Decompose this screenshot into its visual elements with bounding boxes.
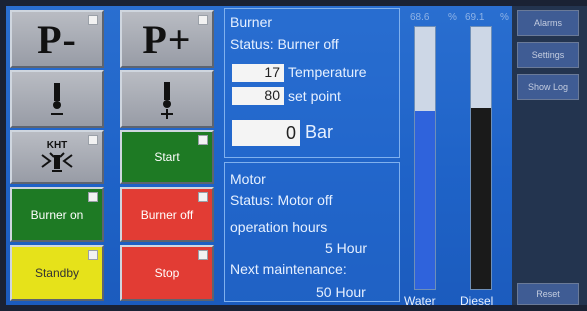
heater-icon [41, 151, 73, 172]
burner-status: Status: Burner off [230, 36, 339, 52]
motor-title: Motor [230, 171, 266, 187]
power-increase-button[interactable]: P+ [120, 10, 214, 68]
reset-button[interactable]: Reset [517, 283, 579, 305]
bezel-left [0, 0, 6, 311]
decrease-button[interactable] [10, 70, 104, 128]
stop-label: Stop [154, 266, 180, 280]
percent-sign: % [448, 12, 457, 23]
operation-hours-label: operation hours [230, 219, 328, 235]
increase-button[interactable] [120, 70, 214, 128]
percent-sign: % [500, 12, 509, 23]
diesel-tank-gauge [470, 26, 492, 290]
standby-label: Standby [34, 266, 80, 280]
start-label: Start [154, 150, 180, 164]
status-led [88, 15, 98, 25]
thermometer-increase-icon [161, 82, 173, 119]
status-led [88, 250, 98, 260]
setpoint-label: set point [288, 88, 341, 104]
burner-on-label: Burner on [30, 207, 84, 222]
status-led [198, 135, 208, 145]
burner-off-button[interactable]: Burner off [120, 187, 214, 242]
power-decrease-label: P- [37, 16, 77, 62]
start-button[interactable]: Start [120, 130, 214, 184]
operation-hours-value: 5 Hour [325, 240, 368, 256]
next-maintenance-value: 50 Hour [316, 284, 366, 300]
burner-title: Burner [230, 14, 273, 30]
temperature-label: Temperature [288, 64, 367, 80]
status-led [88, 192, 98, 202]
pressure-unit: Bar [305, 122, 334, 142]
temperature-value: 17 [232, 64, 284, 82]
next-maintenance-label: Next maintenance: [230, 261, 347, 277]
status-led [88, 135, 98, 145]
hmi-screen: P- KHT Burner on Standby P+ Start Burner… [0, 0, 587, 311]
stop-button[interactable]: Stop [120, 245, 214, 301]
standby-button[interactable]: Standby [10, 245, 104, 301]
status-led [198, 250, 208, 260]
diesel-scale-value: 69.1 [465, 12, 485, 23]
burner-off-label: Burner off [140, 207, 194, 222]
power-decrease-button[interactable]: P- [10, 10, 104, 68]
alarms-button[interactable]: Alarms [517, 10, 579, 36]
burner-on-button[interactable]: Burner on [10, 187, 104, 242]
kht-label: KHT [46, 139, 68, 151]
thermometer-decrease-icon [51, 83, 63, 115]
water-tank-gauge [414, 26, 436, 290]
kht-button[interactable]: KHT [10, 130, 104, 184]
pressure-value: 0 [232, 120, 300, 146]
water-scale-value: 68.6 [410, 12, 430, 23]
setpoint-value[interactable]: 80 [232, 87, 284, 105]
show-log-button[interactable]: Show Log [517, 74, 579, 100]
motor-status: Status: Motor off [230, 192, 333, 208]
water-level-fill [415, 110, 435, 289]
status-led [198, 192, 208, 202]
bezel-top [0, 0, 587, 6]
bezel-bottom [0, 305, 587, 311]
settings-button[interactable]: Settings [517, 42, 579, 68]
power-increase-label: P+ [142, 16, 192, 62]
diesel-level-fill [471, 108, 491, 289]
status-led [198, 15, 208, 25]
